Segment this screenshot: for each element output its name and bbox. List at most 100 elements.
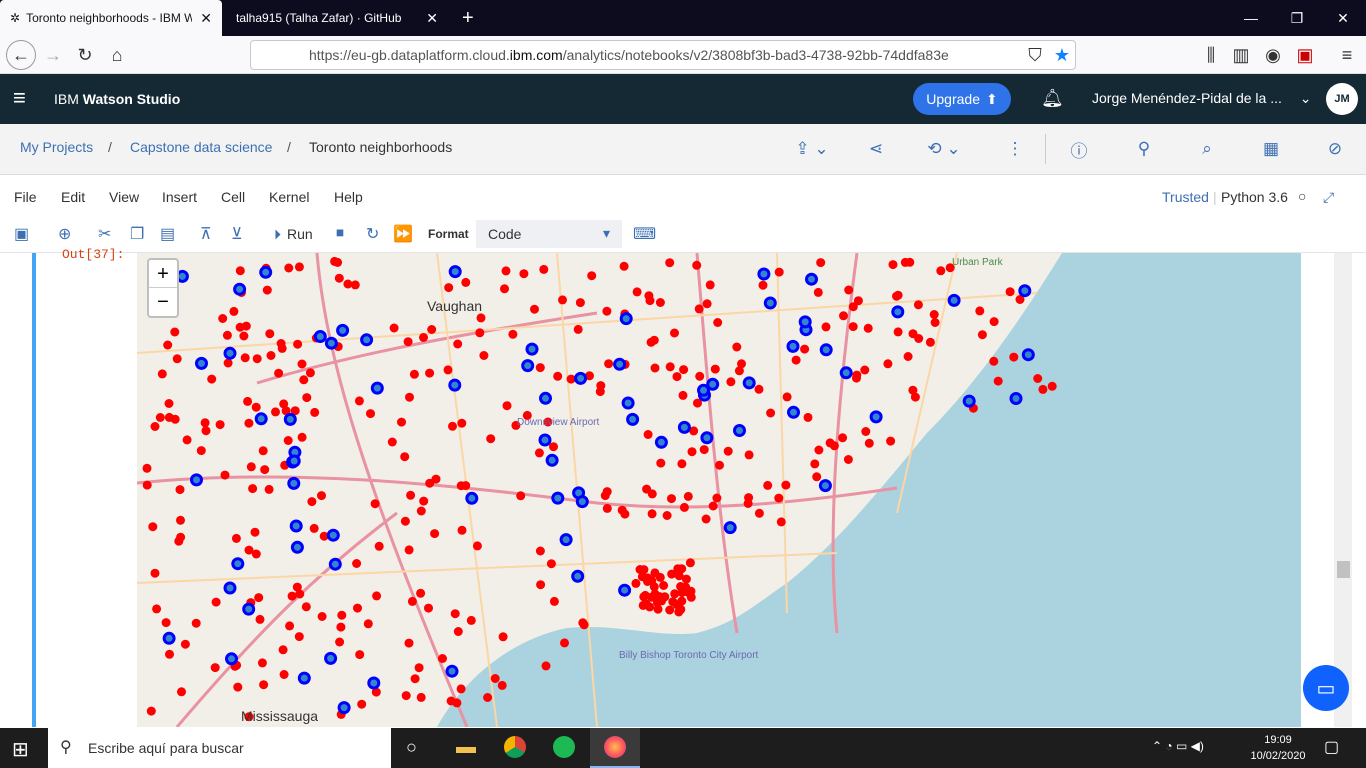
close-tab-icon[interactable]: ✕	[200, 10, 212, 27]
venue-marker[interactable]	[744, 493, 754, 503]
run-all-icon[interactable]: ⏩	[393, 223, 413, 245]
venue-marker[interactable]	[602, 487, 612, 497]
venue-marker[interactable]	[602, 503, 612, 513]
venue-marker[interactable]	[619, 261, 629, 271]
home-icon[interactable]: ⌂	[102, 40, 132, 70]
venue-marker[interactable]	[645, 296, 655, 306]
venue-marker[interactable]	[355, 650, 365, 660]
venue-marker[interactable]	[670, 328, 679, 338]
restore-icon[interactable]: ❐	[1274, 0, 1320, 36]
assets-grid-icon[interactable]: ▦	[1257, 136, 1285, 162]
venue-marker[interactable]	[914, 334, 924, 343]
upgrade-button[interactable]: Upgrade ⬆	[913, 83, 1011, 115]
venue-marker[interactable]	[699, 445, 709, 455]
venue-marker[interactable]	[172, 354, 182, 364]
venue-marker[interactable]	[667, 569, 677, 579]
venue-marker[interactable]	[508, 329, 518, 339]
venue-marker[interactable]	[645, 602, 655, 612]
venue-marker[interactable]	[936, 266, 946, 276]
venue-marker[interactable]	[695, 371, 705, 381]
venue-marker[interactable]	[366, 409, 375, 419]
neighborhood-marker[interactable]	[805, 272, 818, 286]
neighborhood-marker[interactable]	[287, 454, 301, 468]
venue-marker[interactable]	[301, 602, 311, 612]
restart-icon[interactable]: ↻	[366, 223, 379, 245]
venue-marker[interactable]	[679, 502, 689, 512]
venue-marker[interactable]	[774, 267, 784, 277]
venue-marker[interactable]	[335, 637, 345, 647]
venue-marker[interactable]	[781, 480, 791, 490]
neighborhood-marker[interactable]	[787, 405, 800, 419]
venue-marker[interactable]	[161, 618, 171, 628]
venue-marker[interactable]	[977, 330, 987, 340]
venue-marker[interactable]	[333, 257, 343, 267]
keyboard-icon[interactable]: ⌨	[633, 223, 656, 245]
venue-marker[interactable]	[211, 597, 221, 607]
venue-marker[interactable]	[163, 340, 173, 350]
venue-marker[interactable]	[782, 392, 792, 402]
venue-marker[interactable]	[642, 484, 652, 494]
venue-marker[interactable]	[800, 344, 810, 354]
venue-marker[interactable]	[758, 280, 768, 290]
trusted-indicator[interactable]: Trusted	[1162, 189, 1209, 205]
neighborhood-marker[interactable]	[618, 583, 632, 597]
venue-marker[interactable]	[903, 352, 913, 361]
venue-marker[interactable]	[222, 330, 232, 340]
more-options-icon[interactable]: ⋮	[1001, 136, 1029, 162]
close-window-icon[interactable]: ✕	[1320, 0, 1366, 36]
venue-marker[interactable]	[687, 447, 697, 457]
venue-marker[interactable]	[404, 638, 414, 648]
neighborhood-marker[interactable]	[742, 376, 756, 390]
venue-marker[interactable]	[810, 459, 820, 469]
close-tab-icon[interactable]: ✕	[426, 10, 438, 27]
venue-marker[interactable]	[1038, 384, 1048, 394]
notebook-scrollbar[interactable]	[1334, 253, 1352, 727]
venue-marker[interactable]	[900, 257, 910, 267]
share-icon[interactable]: ⋖	[862, 136, 890, 162]
venue-marker[interactable]	[486, 434, 496, 444]
venue-marker[interactable]	[427, 325, 437, 334]
zoom-in-button[interactable]: +	[149, 260, 177, 288]
venue-marker[interactable]	[294, 262, 304, 272]
venue-marker[interactable]	[715, 460, 724, 470]
venue-marker[interactable]	[353, 603, 362, 613]
venue-marker[interactable]	[150, 568, 160, 578]
venue-marker[interactable]	[596, 381, 606, 391]
venue-marker[interactable]	[744, 450, 754, 460]
venue-marker[interactable]	[886, 436, 896, 446]
venue-marker[interactable]	[164, 399, 174, 408]
venue-marker[interactable]	[639, 565, 649, 575]
neighborhood-marker[interactable]	[525, 342, 539, 356]
menu-edit[interactable]: Edit	[61, 189, 85, 205]
neighborhood-marker[interactable]	[697, 383, 710, 397]
venue-marker[interactable]	[416, 588, 426, 598]
venue-marker[interactable]	[560, 638, 569, 648]
venue-marker[interactable]	[164, 412, 174, 422]
chat-button[interactable]: ▭	[1303, 665, 1349, 711]
venue-marker[interactable]	[252, 354, 262, 364]
file-explorer-icon[interactable]: ▬	[456, 736, 476, 759]
venue-marker[interactable]	[419, 333, 428, 342]
venue-marker[interactable]	[702, 299, 712, 309]
venue-marker[interactable]	[539, 264, 549, 274]
sidebar-icon[interactable]: ▥	[1226, 40, 1256, 70]
venue-marker[interactable]	[302, 393, 312, 403]
venue-marker[interactable]	[176, 515, 185, 525]
venue-marker[interactable]	[142, 480, 152, 490]
venue-marker[interactable]	[235, 266, 245, 276]
venue-marker[interactable]	[683, 491, 693, 501]
neighborhood-marker[interactable]	[619, 312, 633, 326]
venue-marker[interactable]	[737, 359, 746, 369]
venue-marker[interactable]	[357, 699, 367, 709]
notifications-bell-icon[interactable]: 🔔︎	[1041, 88, 1064, 109]
venue-marker[interactable]	[370, 499, 380, 509]
venue-marker[interactable]	[150, 422, 160, 431]
venue-marker[interactable]	[821, 322, 831, 332]
venue-marker[interactable]	[299, 375, 309, 385]
neighborhood-marker[interactable]	[947, 293, 961, 307]
neighborhood-marker[interactable]	[733, 424, 746, 437]
reload-icon[interactable]: ↻	[70, 40, 100, 70]
neighborhood-marker[interactable]	[242, 602, 256, 616]
venue-marker[interactable]	[913, 300, 923, 310]
venue-marker[interactable]	[354, 396, 364, 406]
